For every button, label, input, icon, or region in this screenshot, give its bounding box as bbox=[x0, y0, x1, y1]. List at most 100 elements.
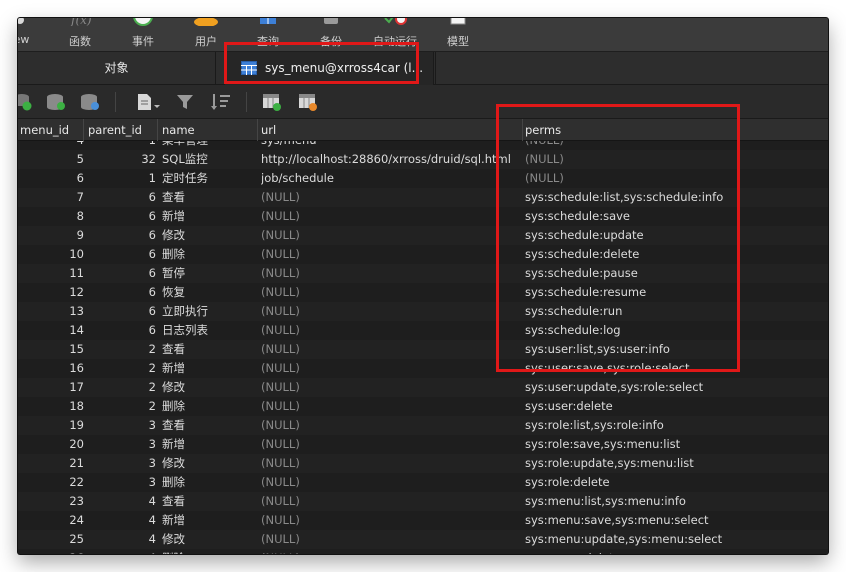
cell-menu-id[interactable]: 22 bbox=[18, 473, 84, 492]
table-row[interactable]: 20 3 新增 (NULL) sys:role:save,sys:menu:list bbox=[18, 435, 828, 454]
cell-name[interactable]: SQL监控 bbox=[162, 150, 258, 169]
cell-url[interactable]: (NULL) bbox=[261, 226, 523, 245]
cell-url[interactable]: http://localhost:28860/xrross/druid/sql.… bbox=[261, 150, 523, 169]
cell-menu-id[interactable]: 24 bbox=[18, 511, 84, 530]
cell-parent-id[interactable]: 3 bbox=[86, 435, 156, 454]
cell-perms[interactable]: sys:menu:delete bbox=[525, 549, 825, 554]
cell-parent-id[interactable]: 4 bbox=[86, 492, 156, 511]
cell-url[interactable]: (NULL) bbox=[261, 264, 523, 283]
cell-url[interactable]: (NULL) bbox=[261, 473, 523, 492]
toolbar-view-button[interactable]: iew bbox=[18, 18, 50, 52]
cell-parent-id[interactable]: 6 bbox=[86, 302, 156, 321]
cell-parent-id[interactable]: 3 bbox=[86, 473, 156, 492]
cell-name[interactable]: 新增 bbox=[162, 359, 258, 378]
cell-perms[interactable]: sys:role:save,sys:menu:list bbox=[525, 435, 825, 454]
column-header-menu-id[interactable]: menu_id bbox=[18, 119, 84, 141]
cell-perms[interactable]: sys:user:delete bbox=[525, 397, 825, 416]
cell-url[interactable]: (NULL) bbox=[261, 397, 523, 416]
cell-menu-id[interactable]: 4 bbox=[18, 141, 84, 150]
table-row[interactable]: 18 2 删除 (NULL) sys:user:delete bbox=[18, 397, 828, 416]
cell-name[interactable]: 修改 bbox=[162, 454, 258, 473]
cell-menu-id[interactable]: 19 bbox=[18, 416, 84, 435]
cell-parent-id[interactable]: 6 bbox=[86, 283, 156, 302]
cell-parent-id[interactable]: 1 bbox=[86, 141, 156, 150]
export-table-icon[interactable] bbox=[298, 93, 318, 111]
cell-url[interactable]: job/schedule bbox=[261, 169, 523, 188]
cell-url[interactable]: (NULL) bbox=[261, 359, 523, 378]
cell-parent-id[interactable]: 6 bbox=[86, 226, 156, 245]
cell-name[interactable]: 查看 bbox=[162, 492, 258, 511]
cell-menu-id[interactable]: 6 bbox=[18, 169, 84, 188]
table-row[interactable]: 264 删除(NULL)sys:menu:delete bbox=[18, 549, 828, 554]
cell-perms[interactable]: sys:menu:list,sys:menu:info bbox=[525, 492, 825, 511]
cell-name[interactable]: 修改 bbox=[162, 226, 258, 245]
cell-name[interactable]: 恢复 bbox=[162, 283, 258, 302]
column-header-parent-id[interactable]: parent_id bbox=[84, 119, 158, 141]
document-dropdown-icon[interactable] bbox=[136, 93, 162, 111]
toolbar-model-button[interactable]: 模型 bbox=[428, 18, 488, 52]
cell-menu-id[interactable]: 26 bbox=[18, 549, 84, 554]
cell-url[interactable]: (NULL) bbox=[261, 511, 523, 530]
cell-name[interactable]: 立即执行 bbox=[162, 302, 258, 321]
filter-icon[interactable] bbox=[176, 93, 194, 111]
cell-url[interactable]: (NULL) bbox=[261, 283, 523, 302]
cell-parent-id[interactable]: 3 bbox=[86, 416, 156, 435]
cell-name[interactable]: 修改 bbox=[162, 530, 258, 549]
table-row[interactable]: 23 4 查看 (NULL) sys:menu:list,sys:menu:info bbox=[18, 492, 828, 511]
cell-name[interactable]: 新增 bbox=[162, 435, 258, 454]
table-row[interactable]: 22 3 删除 (NULL) sys:role:delete bbox=[18, 473, 828, 492]
cell-name[interactable]: 删除 bbox=[162, 473, 258, 492]
cell-parent-id[interactable]: 1 bbox=[86, 169, 156, 188]
cell-perms[interactable]: sys:role:list,sys:role:info bbox=[525, 416, 825, 435]
cell-menu-id[interactable]: 17 bbox=[18, 378, 84, 397]
cell-menu-id[interactable]: 25 bbox=[18, 530, 84, 549]
cell-url[interactable]: (NULL) bbox=[261, 435, 523, 454]
cell-menu-id[interactable]: 8 bbox=[18, 207, 84, 226]
cell-menu-id[interactable]: 21 bbox=[18, 454, 84, 473]
cell-menu-id[interactable]: 14 bbox=[18, 321, 84, 340]
toolbar-function-button[interactable]: f(x) 函数 bbox=[50, 18, 110, 52]
cell-parent-id[interactable]: 6 bbox=[86, 245, 156, 264]
cell-name[interactable]: 定时任务 bbox=[162, 169, 258, 188]
cell-menu-id[interactable]: 10 bbox=[18, 245, 84, 264]
table-row[interactable]: 25 4 修改 (NULL) sys:menu:update,sys:menu:sele… bbox=[18, 530, 828, 549]
cell-perms[interactable]: sys:menu:update,sys:menu:select bbox=[525, 530, 825, 549]
database-sync-icon[interactable] bbox=[80, 93, 100, 111]
cell-name[interactable]: 日志列表 bbox=[162, 321, 258, 340]
cell-menu-id[interactable]: 12 bbox=[18, 283, 84, 302]
column-header-url[interactable]: url bbox=[258, 119, 523, 141]
cell-url[interactable]: (NULL) bbox=[261, 302, 523, 321]
cell-url[interactable]: (NULL) bbox=[261, 340, 523, 359]
cell-name[interactable]: 暂停 bbox=[162, 264, 258, 283]
cell-name[interactable]: 查看 bbox=[162, 340, 258, 359]
cell-perms[interactable]: sys:user:update,sys:role:select bbox=[525, 378, 825, 397]
cell-parent-id[interactable]: 2 bbox=[86, 378, 156, 397]
cell-url[interactable]: (NULL) bbox=[261, 454, 523, 473]
cell-perms[interactable]: sys:role:delete bbox=[525, 473, 825, 492]
cell-menu-id[interactable]: 11 bbox=[18, 264, 84, 283]
cell-url[interactable]: (NULL) bbox=[261, 378, 523, 397]
cell-parent-id[interactable]: 6 bbox=[86, 321, 156, 340]
cell-menu-id[interactable]: 7 bbox=[18, 188, 84, 207]
cell-parent-id[interactable]: 4 bbox=[86, 511, 156, 530]
cell-perms[interactable]: sys:menu:save,sys:menu:select bbox=[525, 511, 825, 530]
cell-parent-id[interactable]: 6 bbox=[86, 264, 156, 283]
cell-parent-id[interactable]: 6 bbox=[86, 188, 156, 207]
cell-name[interactable]: 修改 bbox=[162, 378, 258, 397]
cell-url[interactable]: (NULL) bbox=[261, 188, 523, 207]
cell-menu-id[interactable]: 18 bbox=[18, 397, 84, 416]
cell-url[interactable]: (NULL) bbox=[261, 245, 523, 264]
cell-menu-id[interactable]: 5 bbox=[18, 150, 84, 169]
cell-url[interactable]: (NULL) bbox=[261, 416, 523, 435]
cell-menu-id[interactable]: 16 bbox=[18, 359, 84, 378]
cell-parent-id[interactable]: 3 bbox=[86, 454, 156, 473]
cell-name[interactable]: 删除 bbox=[162, 397, 258, 416]
cell-name[interactable]: 查看 bbox=[162, 188, 258, 207]
cell-menu-id[interactable]: 15 bbox=[18, 340, 84, 359]
cell-parent-id[interactable]: 2 bbox=[86, 397, 156, 416]
import-table-icon[interactable] bbox=[262, 93, 282, 111]
cell-menu-id[interactable]: 9 bbox=[18, 226, 84, 245]
database-check-icon[interactable] bbox=[46, 93, 66, 111]
column-header-name[interactable]: name bbox=[158, 119, 258, 141]
cell-parent-id[interactable]: 32 bbox=[86, 150, 156, 169]
